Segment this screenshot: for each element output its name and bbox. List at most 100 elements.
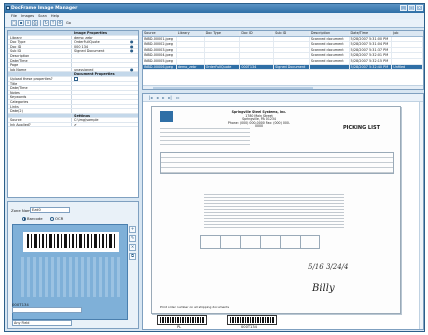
refresh-icon[interactable]: ↻ <box>43 20 49 26</box>
new-icon[interactable]: □ <box>11 20 17 26</box>
table-horizontal-scrollbar[interactable] <box>143 85 423 89</box>
section-title: Settings <box>74 113 91 118</box>
radio-selected-icon[interactable] <box>22 216 26 221</box>
cell <box>205 47 241 53</box>
binoculars-icon[interactable]: ● <box>130 49 135 53</box>
toolbar: □ ▪ × ⎙ ↻ ↑ ⚙ Go <box>5 19 424 28</box>
col-source[interactable]: Source <box>143 31 177 36</box>
property-key: Keywords <box>8 95 72 99</box>
zone-add-icon[interactable]: + <box>129 226 136 233</box>
col-doc-id[interactable]: Doc ID <box>240 31 275 36</box>
property-key: Categories <box>8 99 72 104</box>
zone-side-tools: + ✎ × ⧉ <box>129 226 136 260</box>
zone-code-field[interactable] <box>12 307 82 313</box>
property-value[interactable] <box>72 63 138 67</box>
cell: INBD-00005.jpeg <box>143 58 177 64</box>
cell <box>177 36 205 42</box>
binoculars-icon[interactable]: ● <box>130 67 135 72</box>
col-doc-type[interactable]: Doc Type <box>205 31 241 36</box>
viewer-vertical-scrollbar[interactable] <box>419 102 423 329</box>
save-icon[interactable]: ▪ <box>18 20 24 26</box>
cell <box>392 53 423 58</box>
table-row-selected[interactable]: INBD-00006.jpeg demo_zebr OrderFullQuote 00… <box>143 64 423 71</box>
cell <box>240 36 275 42</box>
property-row[interactable]: Job Name unassigned ● <box>8 67 138 73</box>
property-value[interactable]: unassigned <box>72 68 138 71</box>
ocr-radio[interactable]: OCR <box>50 216 63 221</box>
property-key: Source <box>8 118 72 122</box>
toolbar-go[interactable]: Go <box>66 20 71 27</box>
ship-to-block <box>160 125 250 147</box>
close-icon[interactable]: × <box>416 5 423 11</box>
barcode-radio[interactable]: Barcode <box>22 216 43 221</box>
cell <box>205 42 241 47</box>
minimize-icon[interactable]: _ <box>400 5 407 11</box>
property-value[interactable] <box>72 86 138 90</box>
property-value[interactable] <box>72 82 138 86</box>
zone-edit-icon[interactable]: ✎ <box>129 235 136 242</box>
col-job[interactable]: Job <box>392 31 423 36</box>
upload-icon[interactable]: ↑ <box>50 20 56 26</box>
prev-page-icon[interactable]: ◂ <box>156 95 158 101</box>
first-page-icon[interactable]: |◂ <box>149 95 152 101</box>
cell: INBD-00003.jpeg <box>143 47 177 53</box>
col-sub-id[interactable]: Sub ID <box>274 31 310 36</box>
property-value[interactable]: Signed Document <box>72 49 138 53</box>
zone-scan-area <box>21 257 121 297</box>
cell <box>274 58 310 64</box>
page-view-icon[interactable]: ▭ <box>176 95 180 101</box>
check-icon[interactable]: ✔ <box>74 123 77 127</box>
property-value[interactable] <box>72 105 138 109</box>
signature-text: Billy <box>311 283 335 294</box>
image-table: Source Library Doc Type Doc ID Sub ID De… <box>142 30 424 90</box>
zone-copy-icon[interactable]: ⧉ <box>129 253 136 260</box>
scrollbar-thumb[interactable] <box>153 86 313 89</box>
settings-icon[interactable]: ⚙ <box>57 20 63 26</box>
property-row[interactable]: Ink Applied? ✔ <box>8 122 138 128</box>
cell: 5/28/2007 5:32:40 PM <box>350 64 393 70</box>
barcode-pl <box>157 315 207 325</box>
checkbox[interactable] <box>74 76 78 81</box>
zone-delete-icon[interactable]: × <box>129 244 136 251</box>
radio-unselected-icon[interactable] <box>50 216 54 221</box>
cell: 5/28/2007 5:32:01 PM <box>350 53 393 58</box>
property-value[interactable] <box>72 54 138 58</box>
cell: 5/28/2007 5:32:15 PM <box>350 58 393 64</box>
property-value[interactable]: ✔ <box>72 123 138 127</box>
property-value[interactable] <box>72 100 138 104</box>
property-value[interactable]: C:\img\sample <box>72 118 138 121</box>
zone-preview[interactable] <box>12 224 128 320</box>
property-key: Date(2) <box>8 109 72 113</box>
col-date-time[interactable]: Date/Time <box>350 31 393 36</box>
next-page-icon[interactable]: ▸ <box>162 95 164 101</box>
property-value[interactable] <box>72 59 138 63</box>
scan-icon[interactable]: ⎙ <box>32 20 38 26</box>
zone-name-input[interactable]: Ezd0 <box>30 207 70 213</box>
cell <box>177 58 205 64</box>
property-value[interactable]: demo_zebr <box>72 36 138 39</box>
property-value[interactable] <box>72 91 138 95</box>
scanned-document: Springville Steel Systems, Inc. 1780 Mai… <box>151 106 401 314</box>
maximize-icon[interactable]: □ <box>408 5 415 11</box>
title-bar: DocFrame Image Manager _ □ × <box>5 4 424 13</box>
property-row[interactable]: Sub ID Signed Document ● <box>8 49 138 54</box>
cell: INBD-00002.jpeg <box>143 42 177 47</box>
toolbar-separator <box>40 20 41 26</box>
handwritten-signature: 5/16 3/24/4 Billy <box>308 263 348 294</box>
property-key: Upload these properties? <box>8 76 72 81</box>
property-key: Doc ID <box>8 44 72 49</box>
barcode-pl-label: PL <box>177 325 182 329</box>
cell: 5/28/2007 5:31:37 PM <box>350 47 393 53</box>
property-value[interactable]: 000 134 <box>72 45 138 48</box>
zone-field-select[interactable]: Any Field <box>12 320 72 326</box>
col-description[interactable]: Description <box>310 31 350 36</box>
property-key: Ink Applied? <box>8 122 72 127</box>
property-value[interactable] <box>72 76 138 81</box>
col-library[interactable]: Library <box>177 31 205 36</box>
delete-icon[interactable]: × <box>25 20 31 26</box>
property-value[interactable]: OrderFullQuote <box>72 40 138 43</box>
barcode-bars <box>230 317 274 323</box>
property-value[interactable] <box>72 95 138 99</box>
property-value[interactable] <box>72 109 138 113</box>
last-page-icon[interactable]: ▸| <box>168 95 171 101</box>
